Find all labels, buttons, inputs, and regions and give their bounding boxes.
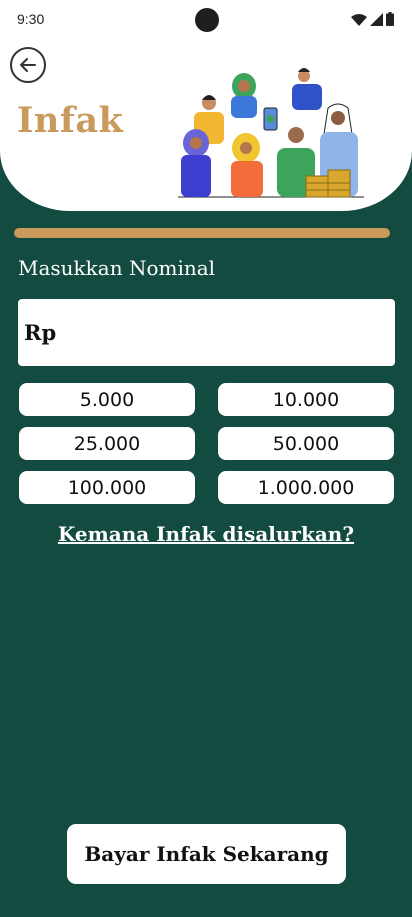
nominal-input[interactable] (56, 299, 395, 366)
status-bar: 9:30 (0, 0, 412, 40)
status-icons (351, 12, 394, 26)
arrow-left-icon (20, 58, 36, 72)
amount-option-100000[interactable]: 100.000 (19, 471, 195, 504)
amount-option-50000[interactable]: 50.000 (218, 427, 394, 460)
camera-cutout (195, 8, 219, 32)
page-title: Infak (17, 100, 124, 141)
header: 9:30 Infak (0, 0, 412, 211)
progress-bar (14, 228, 390, 238)
amount-option-25000[interactable]: 25.000 (19, 427, 195, 460)
currency-prefix: Rp (24, 320, 57, 345)
nominal-label: Masukkan Nominal (18, 256, 216, 280)
wifi-icon (351, 14, 367, 26)
amount-option-1000000[interactable]: 1.000.000 (218, 471, 394, 504)
back-button[interactable] (10, 47, 46, 83)
battery-icon (386, 12, 394, 26)
pay-button[interactable]: Bayar Infak Sekarang (67, 824, 346, 884)
nominal-field[interactable]: Rp (18, 299, 395, 366)
status-time: 9:30 (17, 11, 45, 27)
amount-option-10000[interactable]: 10.000 (218, 383, 394, 416)
people-donating-illustration (178, 68, 364, 198)
amount-option-5000[interactable]: 5.000 (19, 383, 195, 416)
distribution-info-link[interactable]: Kemana Infak disalurkan? (0, 522, 412, 546)
signal-icon (370, 13, 383, 26)
